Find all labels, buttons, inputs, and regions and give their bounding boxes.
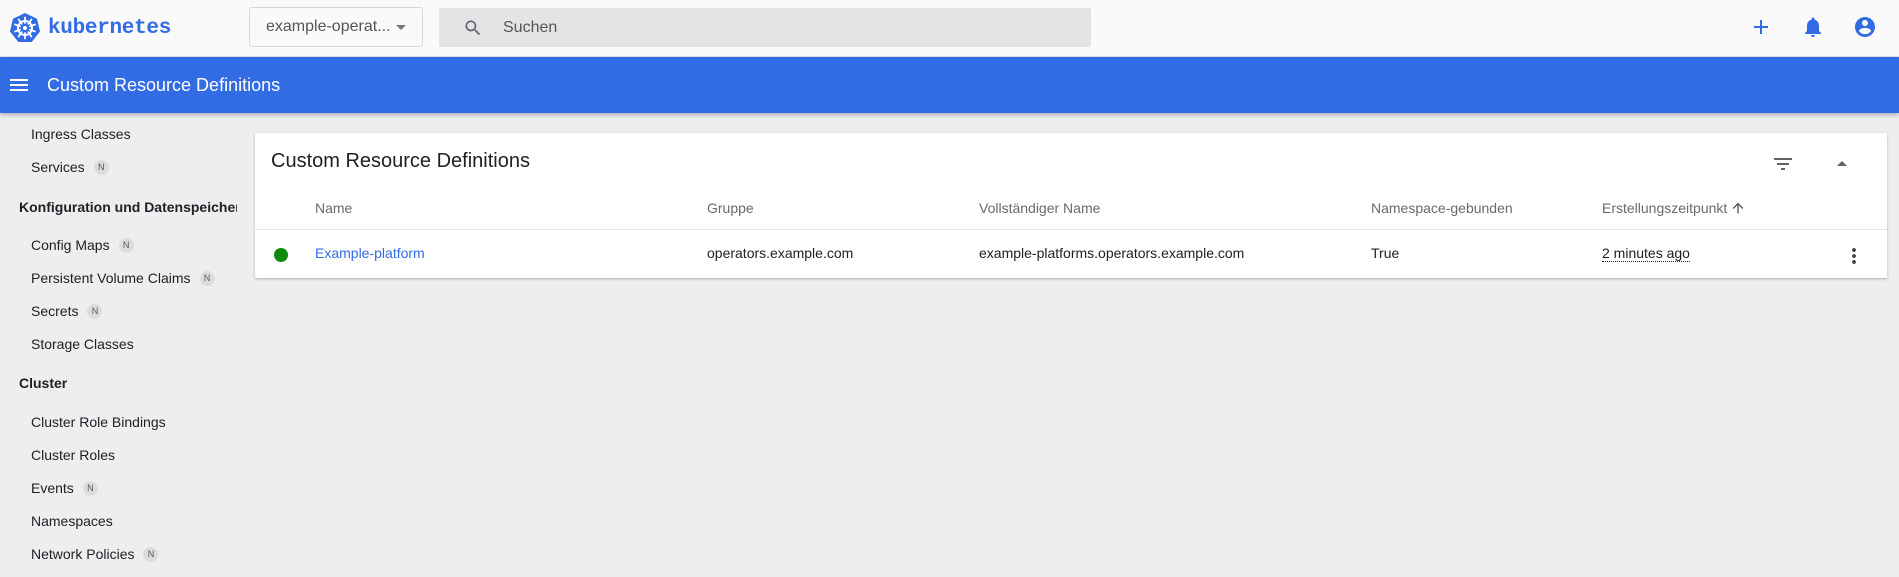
sidebar-item-cluster-roles[interactable]: Cluster Roles <box>31 443 115 467</box>
sidebar-item-secrets[interactable]: Secrets N <box>31 299 103 323</box>
search-input[interactable] <box>503 18 1063 37</box>
sidebar-item-label: Cluster Roles <box>31 447 116 463</box>
column-header-group: Gruppe <box>707 200 754 216</box>
brand[interactable]: kubernetes <box>9 11 171 45</box>
sidebar-item-label: Events <box>31 480 74 496</box>
sidebar-item-label: Ingress Classes <box>31 126 131 142</box>
namespace-selector[interactable]: example-operat... <box>249 7 423 47</box>
caret-up-icon[interactable] <box>1830 152 1854 176</box>
page-title: Custom Resource Definitions <box>47 74 281 95</box>
status-ok-icon <box>274 248 288 262</box>
sidebar-item-config-maps[interactable]: Config Maps N <box>31 233 134 257</box>
crd-group: operators.example.com <box>707 245 854 261</box>
sidebar-item-label: Config Maps <box>31 237 110 253</box>
crd-full-name: example-platforms.operators.example.com <box>979 245 1245 261</box>
column-header-created[interactable]: Erstellungszeitpunkt <box>1602 200 1746 216</box>
top-actions <box>1749 15 1899 39</box>
column-header-namespaced: Namespace-gebunden <box>1371 200 1513 216</box>
namespaced-badge: N <box>87 303 103 319</box>
column-header-created-label: Erstellungszeitpunkt <box>1602 200 1728 216</box>
search-bar[interactable] <box>439 8 1091 47</box>
sidebar-item-namespaces[interactable]: Namespaces <box>31 509 113 533</box>
sidebar-item-label: Network Policies <box>31 546 135 562</box>
sidebar-item-persistent-volume-claims[interactable]: Persistent Volume Claims N <box>31 266 215 290</box>
column-header-name[interactable]: Name <box>315 200 352 216</box>
sidebar-item-ingress-classes[interactable]: Ingress Classes <box>31 122 131 146</box>
sidebar-item-cluster-role-bindings[interactable]: Cluster Role Bindings <box>31 410 166 434</box>
sidebar-item-label: Services <box>31 159 85 175</box>
namespaced-badge: N <box>199 270 215 286</box>
bell-icon[interactable] <box>1801 15 1825 39</box>
brand-name: kubernetes <box>48 16 172 40</box>
sidebar-item-label: Namespaces <box>31 513 113 529</box>
plus-icon[interactable] <box>1749 15 1773 39</box>
crd-namespaced: True <box>1371 245 1400 261</box>
arrow-up-icon <box>1732 202 1744 214</box>
filter-icon[interactable] <box>1771 152 1795 176</box>
chevron-down-icon <box>396 25 406 30</box>
sidebar: Ingress Classes Services N Konfiguration… <box>0 113 237 577</box>
namespaced-badge: N <box>93 159 109 175</box>
namespaced-badge: N <box>143 546 159 562</box>
namespaced-badge: N <box>118 237 134 253</box>
crd-list-card: Custom Resource Definitions Name Gruppe … <box>255 133 1887 278</box>
sidebar-section-cluster: Cluster <box>19 375 68 391</box>
sidebar-item-network-policies[interactable]: Network Policies N <box>31 542 159 566</box>
sidebar-item-events[interactable]: Events N <box>31 476 98 500</box>
hamburger-menu-icon[interactable] <box>9 75 29 95</box>
namespaced-badge: N <box>82 480 98 496</box>
sidebar-item-services[interactable]: Services N <box>31 155 109 179</box>
crd-name-link[interactable]: Example-platform <box>315 245 425 261</box>
sidebar-item-label: Secrets <box>31 303 79 319</box>
sidebar-item-storage-classes[interactable]: Storage Classes <box>31 332 134 356</box>
table-divider <box>255 229 1887 230</box>
page-header: Custom Resource Definitions <box>0 57 1899 113</box>
column-header-full-name: Vollständiger Name <box>979 200 1101 216</box>
sidebar-section-config: Konfiguration und Datenspeicheru <box>19 199 237 215</box>
more-vert-icon[interactable] <box>1842 244 1866 268</box>
account-circle-icon[interactable] <box>1853 15 1877 39</box>
kubernetes-logo-icon <box>10 13 40 42</box>
sidebar-item-label: Storage Classes <box>31 336 134 352</box>
sidebar-item-label: Persistent Volume Claims <box>31 270 191 286</box>
card-title: Custom Resource Definitions <box>271 150 530 172</box>
crd-created: 2 minutes ago <box>1602 245 1690 262</box>
top-bar: kubernetes example-operat... <box>0 0 1899 57</box>
namespace-selected-value: example-operat... <box>266 18 391 35</box>
sidebar-item-label: Cluster Role Bindings <box>31 414 166 430</box>
search-icon <box>465 20 481 35</box>
